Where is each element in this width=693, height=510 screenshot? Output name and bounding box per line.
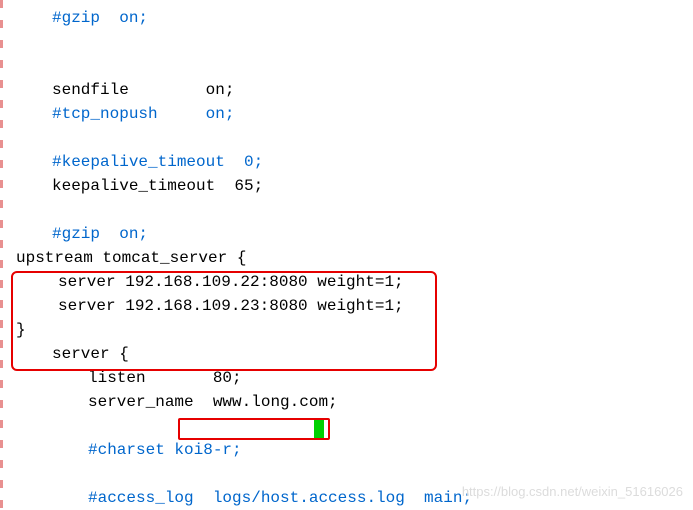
server-name-value: www.long.com; <box>213 393 338 411</box>
code-line: #charset koi8-r; <box>88 441 242 459</box>
code-line: server_name www.long.com; <box>88 393 338 411</box>
highlight-box-domain <box>178 418 330 440</box>
code-line: sendfile on; <box>52 81 234 99</box>
code-line: listen 80; <box>88 369 242 387</box>
code-line: #keepalive_timeout 0; <box>52 153 263 171</box>
watermark-text: https://blog.csdn.net/weixin_51616026 <box>462 480 683 504</box>
code-line: upstream tomcat_server { <box>16 249 246 267</box>
server-name-key: server_name <box>88 393 213 411</box>
code-line: #tcp_nopush on; <box>52 105 234 123</box>
code-line: #gzip on; <box>52 9 148 27</box>
highlight-box-upstream <box>11 271 437 371</box>
code-line: #gzip on; <box>52 225 148 243</box>
code-line: keepalive_timeout 65; <box>52 177 263 195</box>
code-block: #gzip on; sendfile on; #tcp_nopush on; #… <box>16 6 693 510</box>
code-line: #access_log logs/host.access.log main; <box>88 489 472 507</box>
editor-gutter-stripe <box>0 0 3 508</box>
